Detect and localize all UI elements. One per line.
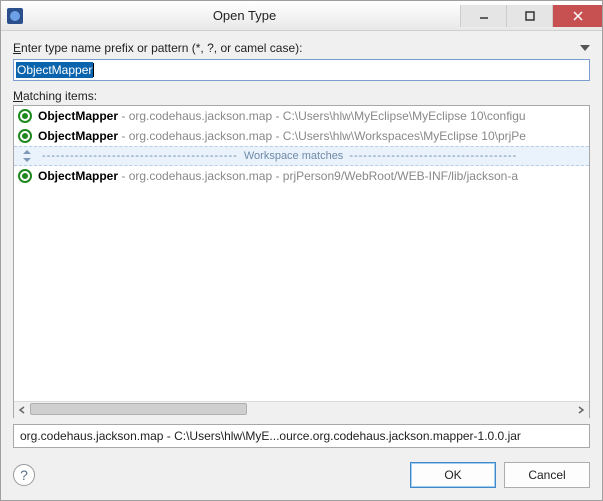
minimize-icon (479, 11, 489, 21)
app-icon (7, 8, 23, 24)
open-type-dialog: Open Type Enter type name prefix or patt… (0, 0, 603, 501)
prompt-label: Enter type name prefix or pattern (*, ?,… (13, 41, 302, 55)
class-icon (18, 129, 32, 143)
class-icon (18, 169, 32, 183)
chevron-right-icon (577, 406, 585, 414)
help-button[interactable]: ? (13, 464, 35, 486)
close-icon (573, 11, 583, 21)
scroll-right-button[interactable] (573, 402, 589, 418)
maximize-icon (525, 11, 535, 21)
matching-items-list: ObjectMapper - org.codehaus.jackson.map … (13, 105, 590, 418)
ok-label: OK (444, 468, 461, 482)
divider-label: Workspace matches (244, 150, 343, 162)
workspace-matches-divider: ----------------------------------------… (14, 146, 589, 166)
help-icon: ? (20, 467, 28, 483)
matching-items-label: Matching items: (13, 89, 590, 103)
cancel-label: Cancel (528, 468, 565, 482)
scroll-thumb[interactable] (30, 403, 247, 415)
ok-button[interactable]: OK (410, 462, 496, 488)
list-body: ObjectMapper - org.codehaus.jackson.map … (14, 106, 589, 401)
input-value: ObjectMapper (16, 62, 93, 78)
minimize-button[interactable] (460, 5, 506, 27)
item-text: ObjectMapper - org.codehaus.jackson.map … (38, 129, 526, 143)
divider-dashes: ----------------------------------------… (42, 150, 238, 162)
divider-dashes: ------------------------------------ (349, 150, 517, 162)
expand-grip-icon[interactable] (20, 151, 34, 161)
list-item[interactable]: ObjectMapper - org.codehaus.jackson.map … (14, 106, 589, 126)
window-controls (460, 5, 602, 27)
titlebar: Open Type (1, 1, 602, 31)
cancel-button[interactable]: Cancel (504, 462, 590, 488)
close-button[interactable] (552, 5, 602, 27)
status-text: org.codehaus.jackson.map - C:\Users\hlw\… (20, 429, 521, 443)
text-cursor (93, 63, 94, 77)
horizontal-scrollbar[interactable] (14, 401, 589, 417)
maximize-button[interactable] (506, 5, 552, 27)
options-menu-button[interactable] (580, 45, 590, 51)
list-item[interactable]: ObjectMapper - org.codehaus.jackson.map … (14, 126, 589, 146)
button-row: ? OK Cancel (13, 462, 590, 488)
list-item[interactable]: ObjectMapper - org.codehaus.jackson.map … (14, 166, 589, 186)
class-icon (18, 109, 32, 123)
dialog-content: Enter type name prefix or pattern (*, ?,… (1, 31, 602, 500)
item-text: ObjectMapper - org.codehaus.jackson.map … (38, 109, 526, 123)
status-bar: org.codehaus.jackson.map - C:\Users\hlw\… (13, 424, 590, 448)
item-text: ObjectMapper - org.codehaus.jackson.map … (38, 169, 518, 183)
scroll-track[interactable] (30, 402, 573, 418)
scroll-left-button[interactable] (14, 402, 30, 418)
prompt-label-row: Enter type name prefix or pattern (*, ?,… (13, 41, 590, 55)
type-name-input[interactable]: ObjectMapper (13, 59, 590, 81)
window-title: Open Type (29, 8, 460, 23)
chevron-left-icon (18, 406, 26, 414)
